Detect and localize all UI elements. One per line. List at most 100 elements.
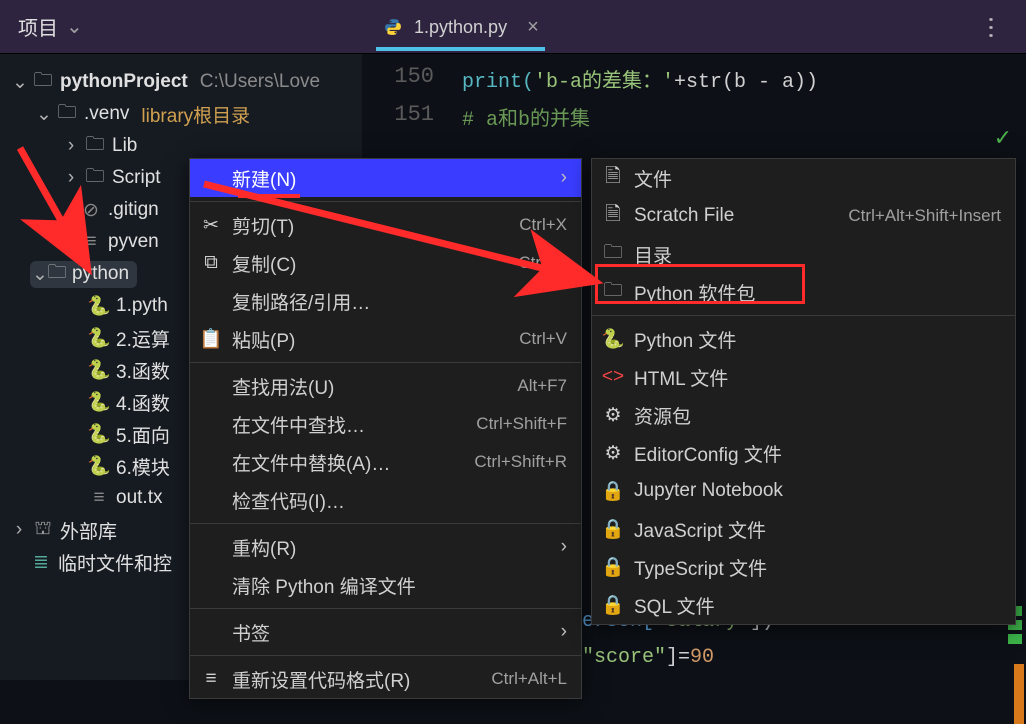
project-label: 项目 [18, 12, 58, 41]
scrollbar-marker [1014, 664, 1024, 724]
text-file-icon: ≡ [80, 231, 102, 253]
shortcut: Ctrl+X [519, 215, 567, 235]
folder-label: python [72, 263, 129, 286]
menu-label: Scratch File [634, 205, 838, 227]
folder-label: Lib [112, 135, 137, 157]
code-token: 'b-a的差集：' [534, 71, 674, 94]
file-label: 4.函数 [116, 389, 170, 416]
file-label: 1.pyth [116, 295, 168, 317]
chevron-right-icon: › [561, 536, 567, 558]
shortcut: Ctrl+Alt+Shift+Insert [848, 206, 1001, 226]
file-label: .gitign [108, 199, 159, 221]
menu-item-python-file[interactable]: 🐍Python 文件 [592, 320, 1015, 358]
menu-item-new[interactable]: 新建(N) › [190, 159, 581, 197]
code-comment: # a和b的并集 [462, 109, 590, 132]
menu-item-ts-file[interactable]: 🔒TypeScript 文件 [592, 548, 1015, 586]
file-label: out.tx [116, 487, 162, 509]
project-root[interactable]: ⌄ pythonProject C:\Users\Love [0, 66, 362, 98]
tab-label: 1.python.py [414, 17, 507, 38]
menu-item-copy[interactable]: ⧉复制(C)Ctrl+C [190, 244, 581, 282]
scratch-icon: ≣ [30, 551, 52, 573]
chevron-right-icon[interactable]: › [64, 167, 78, 189]
venv-folder[interactable]: ⌄ .venv library根目录 [0, 98, 362, 130]
menu-item-refactor[interactable]: 重构(R)› [190, 528, 581, 566]
folder-icon [84, 167, 106, 189]
menu-item-inspect[interactable]: 检查代码(I)… [190, 481, 581, 519]
tab-python-file[interactable]: 1.python.py × [376, 8, 545, 51]
file-label: pyven [108, 231, 159, 253]
menu-item-resource-bundle[interactable]: ⚙资源包 [592, 396, 1015, 434]
menu-item-replace-in[interactable]: 在文件中替换(A)…Ctrl+Shift+R [190, 443, 581, 481]
chevron-right-icon: › [561, 167, 567, 189]
chevron-right-icon[interactable]: › [12, 519, 26, 541]
menu-item-directory[interactable]: 目录 [592, 235, 1015, 273]
chevron-down-icon[interactable]: ⌄ [32, 263, 46, 286]
folder-icon [84, 135, 106, 157]
menu-item-clean[interactable]: 清除 Python 编译文件 [190, 566, 581, 604]
menu-label: 重新设置代码格式(R) [232, 666, 481, 693]
separator [190, 523, 581, 524]
menu-item-cut[interactable]: ✂剪切(T)Ctrl+X [190, 206, 581, 244]
more-icon[interactable]: ⋯ [977, 16, 1006, 42]
folder-path: C:\Users\Love [200, 71, 320, 93]
paste-icon: 📋 [200, 328, 222, 350]
file-label: 5.面向 [116, 421, 170, 448]
file-icon: 🗎 [602, 167, 624, 189]
menu-item-scratch[interactable]: 🗎Scratch FileCtrl+Alt+Shift+Insert [592, 197, 1015, 235]
folder-icon [32, 71, 54, 93]
menu-item-js-file[interactable]: 🔒JavaScript 文件 [592, 510, 1015, 548]
shortcut: Ctrl+Alt+L [491, 669, 567, 689]
chevron-right-icon: › [561, 621, 567, 643]
folder-icon [602, 243, 624, 265]
chevron-down-icon[interactable]: ⌄ [12, 71, 26, 94]
folder-label: 临时文件和控 [58, 549, 172, 576]
python-file-icon [382, 16, 404, 38]
python-file-icon: 🐍 [88, 423, 110, 445]
menu-label: 资源包 [634, 402, 1001, 429]
file-label: 2.运算 [116, 325, 170, 352]
project-header[interactable]: 项目 ⌄ [18, 12, 83, 41]
menu-label: 文件 [634, 165, 1001, 192]
menu-item-find-usage[interactable]: 查找用法(U)Alt+F7 [190, 367, 581, 405]
blank-icon [200, 413, 222, 435]
menu-item-copy-path[interactable]: 复制路径/引用… [190, 282, 581, 320]
folder-label: pythonProject [60, 71, 188, 93]
menu-item-bookmark[interactable]: 书签› [190, 613, 581, 651]
shortcut: Ctrl+C [518, 253, 567, 273]
menu-item-reformat[interactable]: ≡重新设置代码格式(R)Ctrl+Alt+L [190, 660, 581, 698]
file-label: 6.模块 [116, 453, 170, 480]
menu-item-html-file[interactable]: <>HTML 文件 [592, 358, 1015, 396]
menu-item-editorconfig[interactable]: ⚙ EditorConfig 文件 [592, 434, 1015, 472]
python-file-icon: 🐍 [88, 455, 110, 477]
code-token: 90 [690, 646, 714, 669]
menu-label: EditorConfig 文件 [634, 440, 1001, 467]
menu-item-paste[interactable]: 📋粘贴(P)Ctrl+V [190, 320, 581, 358]
gutter: 150 151 [362, 64, 452, 140]
menu-item-python-package[interactable]: Python 软件包 [592, 273, 1015, 311]
lock-icon: 🔒 [602, 480, 624, 502]
chevron-down-icon[interactable]: ⌄ [36, 103, 50, 126]
cut-icon: ✂ [200, 214, 222, 236]
separator [592, 315, 1015, 316]
menu-label: 在文件中替换(A)… [232, 449, 464, 476]
close-icon[interactable]: × [527, 16, 539, 39]
code-token: print( [462, 71, 534, 94]
menu-label: 查找用法(U) [232, 373, 507, 400]
menu-item-find-in[interactable]: 在文件中查找…Ctrl+Shift+F [190, 405, 581, 443]
python-file-icon: 🐍 [88, 359, 110, 381]
library-icon: ⛫ [32, 519, 54, 541]
gear-icon: ⚙ [602, 442, 624, 464]
separator [190, 655, 581, 656]
folder-label: .venv [84, 103, 129, 125]
separator [190, 201, 581, 202]
menu-label: HTML 文件 [634, 364, 1001, 391]
menu-item-file[interactable]: 🗎 文件 [592, 159, 1015, 197]
separator [190, 608, 581, 609]
chevron-right-icon[interactable]: › [64, 135, 78, 157]
library-tag: library根目录 [141, 101, 250, 128]
menu-item-sql-file[interactable]: 🔒SQL 文件 [592, 586, 1015, 624]
folder-icon [46, 263, 68, 285]
ignore-icon: ⊘ [80, 199, 102, 221]
blank-icon [200, 536, 222, 558]
menu-item-jupyter[interactable]: 🔒Jupyter Notebook [592, 472, 1015, 510]
